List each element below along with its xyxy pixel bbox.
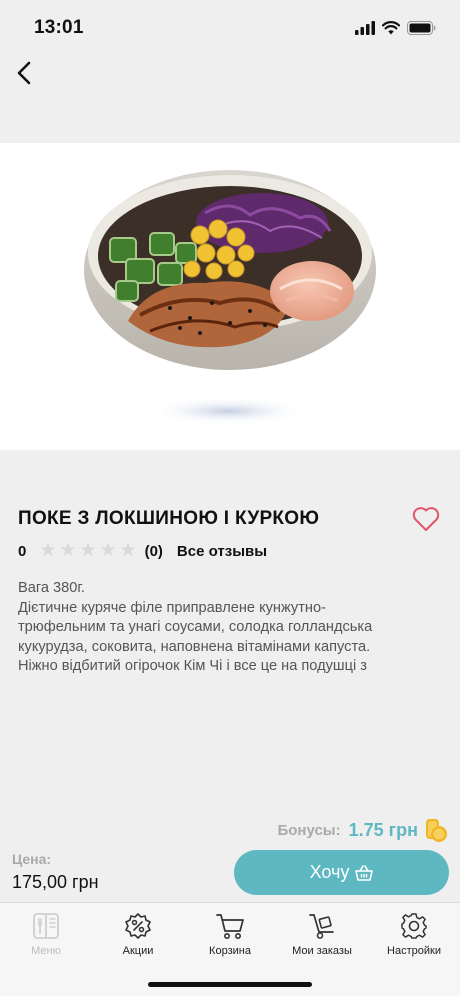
tab-label: Настройки xyxy=(387,945,441,957)
home-indicator xyxy=(148,982,312,987)
tab-my-orders[interactable]: Мои заказы xyxy=(276,903,368,963)
bonus-row: Бонусы: 1.75 грн xyxy=(277,815,448,845)
bonus-label: Бонусы: xyxy=(277,821,341,839)
poke-bowl-illustration xyxy=(84,170,376,425)
add-to-cart-label: Хочу xyxy=(309,862,350,882)
basket-icon xyxy=(355,864,374,881)
all-reviews-link[interactable]: Все отзывы xyxy=(177,543,267,560)
price-label: Цена: xyxy=(12,851,52,867)
hand-truck-icon xyxy=(309,914,334,939)
favorite-button[interactable] xyxy=(411,505,441,533)
price-value: 175,00 грн xyxy=(12,872,99,892)
rating-count: (0) xyxy=(144,542,163,560)
tab-label: Акции xyxy=(122,945,154,957)
rating-value: 0 xyxy=(18,542,27,560)
cart-icon xyxy=(216,914,244,939)
star-icon: ★ xyxy=(59,540,77,561)
battery-icon xyxy=(407,21,436,35)
product-description: Вага 380г. Дієтичне куряче філе приправл… xyxy=(18,580,373,674)
heart-icon xyxy=(412,507,440,531)
status-bar: 13:01 xyxy=(0,0,460,56)
star-icon: ★ xyxy=(39,540,57,561)
star-icon: ★ xyxy=(119,540,137,561)
gear-icon xyxy=(401,913,427,939)
tab-menu[interactable]: Меню xyxy=(0,903,92,963)
bonus-value: 1.75 грн xyxy=(348,819,418,840)
back-button[interactable] xyxy=(8,56,40,90)
status-time: 13:01 xyxy=(34,17,84,38)
wifi-icon xyxy=(382,21,400,35)
cellular-signal-icon xyxy=(355,21,375,35)
chevron-left-icon xyxy=(17,61,31,85)
percent-badge-icon xyxy=(125,913,151,939)
tab-label: Мои заказы xyxy=(292,945,352,957)
add-to-cart-button[interactable]: Хочу xyxy=(234,850,449,895)
tab-label: Корзина xyxy=(209,945,251,957)
star-icon: ★ xyxy=(99,540,117,561)
star-icon: ★ xyxy=(79,540,97,561)
rating-row: 0 ★ ★ ★ ★ ★ (0) Все отзывы xyxy=(18,540,267,561)
product-title: ПОКЕ З ЛОКШИНОЮ І КУРКОЮ xyxy=(18,508,320,529)
menu-book-icon xyxy=(33,913,59,939)
product-image xyxy=(0,143,460,450)
tab-settings[interactable]: Настройки xyxy=(368,903,460,963)
coins-icon xyxy=(426,819,447,842)
status-icons xyxy=(355,21,436,35)
tab-label: Меню xyxy=(31,945,61,957)
tab-promotions[interactable]: Акции xyxy=(92,903,184,963)
tab-cart[interactable]: Корзина xyxy=(184,903,276,963)
rating-stars: ★ ★ ★ ★ ★ xyxy=(39,540,137,561)
